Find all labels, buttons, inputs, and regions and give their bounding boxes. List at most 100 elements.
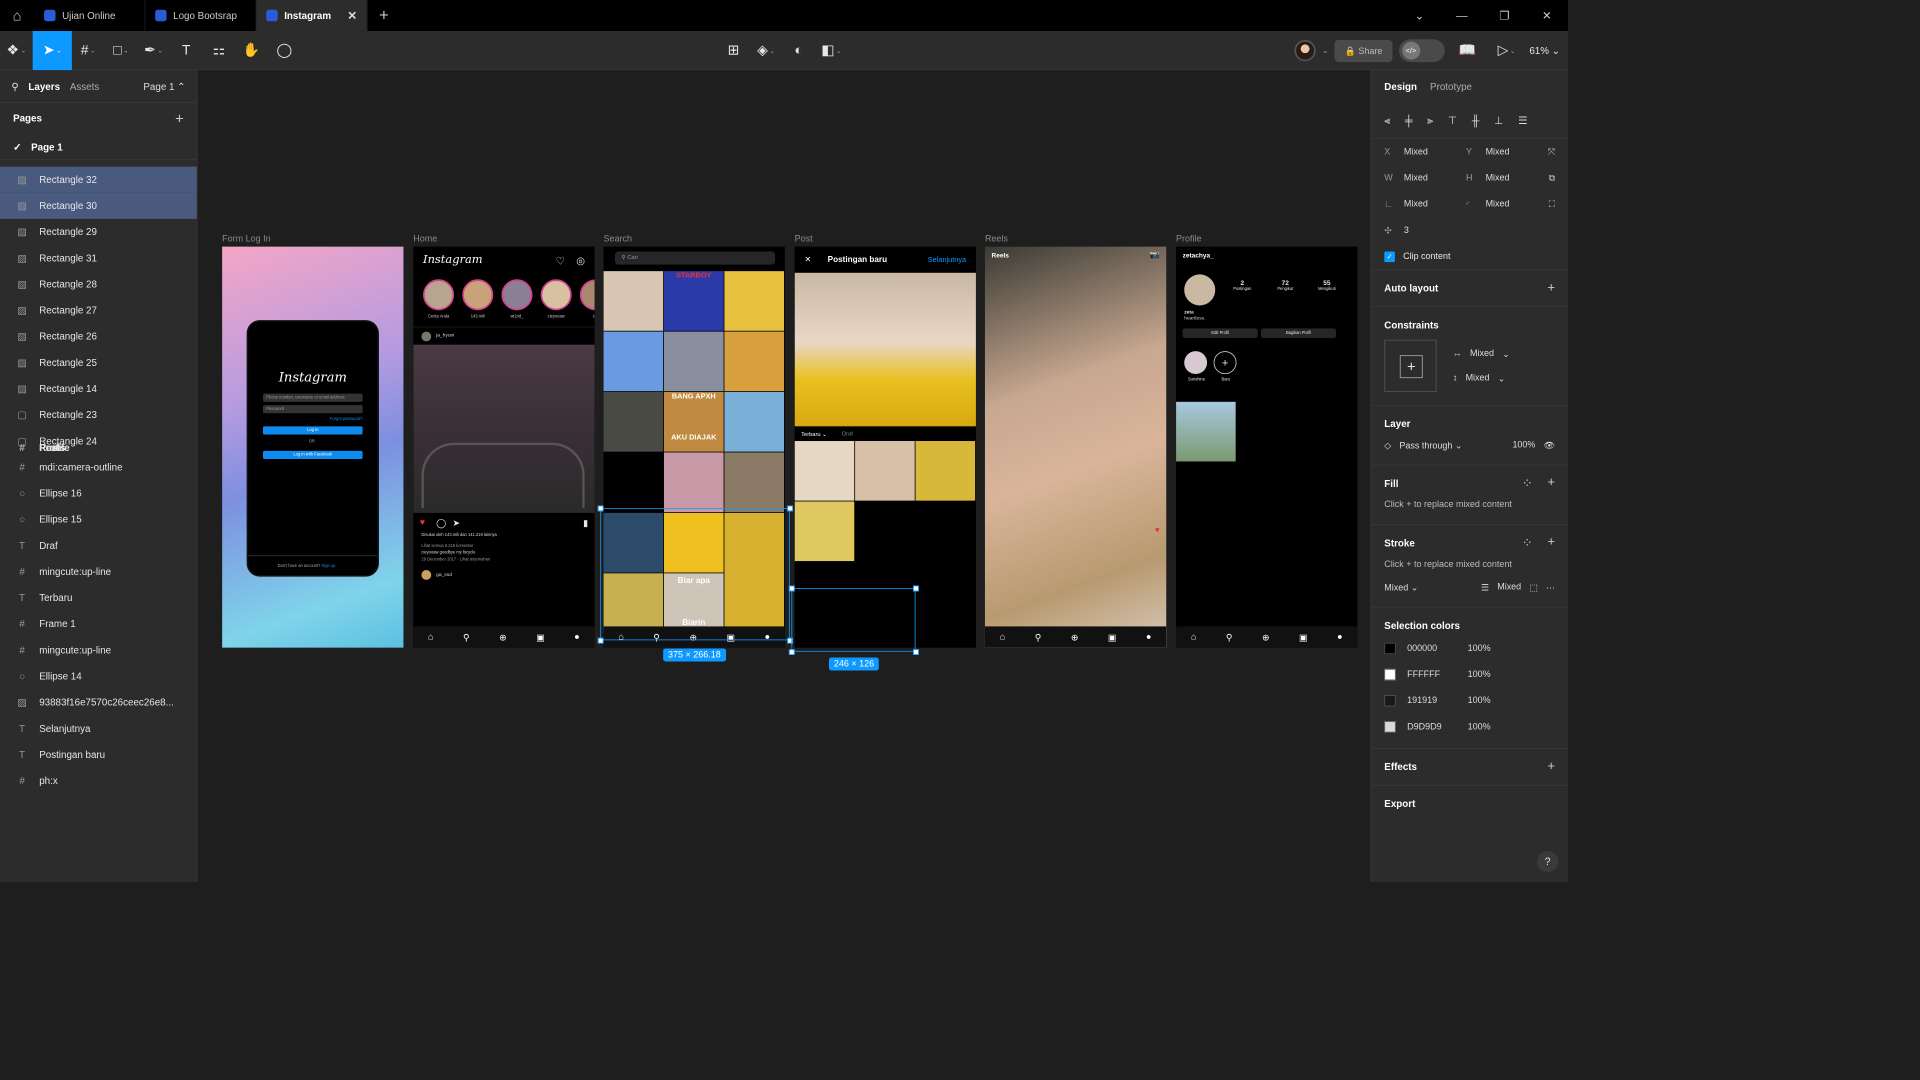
layer-row[interactable]: # ph:x — [0, 768, 197, 794]
add-page-button[interactable]: + — [175, 110, 184, 127]
hand-tool-icon[interactable]: ✋ — [235, 31, 268, 70]
resize-handle[interactable] — [788, 649, 795, 655]
tab-design[interactable]: Design — [1384, 81, 1417, 92]
color-opacity[interactable]: 100% — [1468, 644, 1491, 654]
share-profile-button[interactable]: Bagikan Profil — [1260, 328, 1337, 339]
text-tool-icon[interactable]: T — [170, 31, 203, 70]
independent-corners-icon[interactable]: ⛶ — [1549, 199, 1555, 210]
frame-label[interactable]: Home — [413, 234, 437, 244]
story-avatar[interactable] — [423, 279, 455, 311]
color-opacity[interactable]: 100% — [1468, 722, 1491, 732]
stroke-weight-field[interactable]: Mixed — [1497, 582, 1521, 592]
main-menu-icon[interactable]: ❖ ⌄ — [0, 31, 33, 70]
add-fill-button[interactable]: + — [1547, 475, 1555, 491]
w-field[interactable]: W Mixed — [1384, 173, 1466, 183]
layer-row[interactable]: T Selanjutnya — [0, 715, 197, 741]
constraints-widget[interactable]: + — [1384, 339, 1437, 393]
frame-label[interactable]: Post — [795, 234, 813, 244]
more-icon[interactable]: ⋯ — [1546, 582, 1555, 593]
resize-handle[interactable] — [787, 505, 794, 512]
move-tool-icon[interactable]: ➤ ⌄ — [32, 30, 72, 70]
user-avatar[interactable] — [1294, 40, 1316, 62]
grid-image[interactable] — [724, 331, 785, 392]
grid-image[interactable] — [603, 331, 664, 392]
search-bar[interactable]: ⚲ Cari — [614, 251, 776, 265]
facebook-login-button[interactable]: Log in with Facebook — [262, 450, 363, 459]
search-icon[interactable]: ⚲ — [463, 632, 470, 643]
y-field[interactable]: Y Mixed — [1466, 147, 1548, 157]
frame-label[interactable]: Search — [604, 234, 632, 244]
story-avatar[interactable] — [579, 279, 595, 311]
filter-recent[interactable]: Terbaru ⌄ — [801, 431, 827, 438]
frame-profile[interactable]: zetachya_ 2 Postingan 72 Pengikut 55 Mengik… — [1176, 246, 1358, 648]
add-effect-button[interactable]: + — [1547, 760, 1555, 775]
constraint-vertical[interactable]: ↕ Mixed ⌄ — [1453, 366, 1510, 391]
reels-icon[interactable]: ▣ — [1299, 632, 1307, 643]
signup-link[interactable]: Sign up — [322, 564, 336, 569]
page-dropdown[interactable]: Page 1 ⌃ — [143, 80, 185, 91]
gallery-thumb[interactable] — [855, 441, 915, 501]
highlight-avatar[interactable] — [1184, 351, 1208, 375]
h-field[interactable]: H Mixed — [1466, 173, 1548, 183]
close-tab-icon[interactable]: ✕ — [347, 9, 357, 23]
blend-mode-dropdown[interactable]: Pass through ⌄ — [1399, 440, 1462, 451]
frame-home[interactable]: Instagram ♡ ◎ Cerita Anda 143.mili wi2nd… — [413, 246, 595, 648]
minimize-icon[interactable]: — — [1441, 0, 1483, 31]
help-button[interactable]: ? — [1537, 851, 1559, 873]
frame-reels[interactable]: Reels 📷 ♥ ⌂ ⚲ ⊕ ▣ ● — [984, 246, 1167, 648]
heart-icon[interactable]: ♡ — [556, 255, 566, 268]
constraint-horizontal[interactable]: ↔ Mixed ⌄ — [1453, 341, 1510, 366]
absolute-position-icon[interactable]: ⤧ — [1548, 147, 1555, 158]
selection-color-row[interactable]: 000000 100% — [1384, 635, 1555, 661]
x-field[interactable]: X Mixed — [1384, 147, 1466, 157]
next-link[interactable]: Selanjutnya — [928, 256, 966, 264]
gallery-thumb[interactable] — [915, 441, 976, 501]
add-stroke-button[interactable]: + — [1547, 535, 1555, 551]
color-swatch[interactable] — [1384, 642, 1396, 655]
tab-ujian-online[interactable]: Ujian Online — [34, 0, 146, 32]
story-avatar[interactable] — [501, 279, 533, 311]
distribute-icon[interactable]: ☰ — [1518, 114, 1528, 127]
rotation-field[interactable]: ∟ Mixed — [1384, 199, 1466, 209]
add-icon[interactable]: ⊕ — [1262, 632, 1270, 643]
color-hex[interactable]: 000000 — [1407, 644, 1456, 654]
post-preview-image[interactable] — [794, 272, 976, 427]
share-button[interactable]: 🔒 Share — [1334, 39, 1393, 62]
present-icon[interactable]: ▷ ⌄ — [1490, 31, 1523, 70]
resize-handle[interactable] — [788, 585, 795, 592]
resize-handle[interactable] — [597, 637, 604, 644]
close-icon[interactable]: ✕ — [1526, 0, 1568, 31]
tab-logo-bootsrap[interactable]: Logo Bootsrap — [145, 0, 257, 32]
zoom-level[interactable]: 61% ⌄ — [1529, 45, 1560, 56]
comment-icon[interactable]: ◯ — [436, 518, 446, 529]
frame-label[interactable]: Reels — [985, 234, 1008, 244]
add-icon[interactable]: ⊕ — [1071, 632, 1079, 643]
resize-handle[interactable] — [597, 505, 604, 512]
username-input[interactable]: Phone number, username or email address — [262, 393, 363, 402]
grid-image[interactable]: BANG APXH AKU DIAJAK — [663, 392, 724, 452]
layer-row[interactable]: ▨ Rectangle 29 — [0, 219, 197, 245]
comments-link[interactable]: Lihat semua 6.219 komentar — [421, 544, 473, 549]
frame-label[interactable]: Profile — [1176, 234, 1201, 244]
filter-draft[interactable]: Draf — [842, 431, 853, 437]
grid-image[interactable] — [724, 271, 785, 331]
color-hex[interactable]: D9D9D9 — [1407, 722, 1456, 732]
tab-instagram[interactable]: Instagram ✕ — [256, 0, 368, 32]
layer-row[interactable]: # Post — [0, 247, 181, 648]
layer-row[interactable]: ▨ Rectangle 32 — [0, 166, 197, 193]
grid-image[interactable] — [724, 392, 785, 452]
frame-tool-icon[interactable]: # ⌄ — [72, 31, 105, 70]
search-icon[interactable]: ⚲ — [1226, 632, 1233, 643]
like-icon[interactable]: ♥ — [420, 518, 425, 528]
tab-prototype[interactable]: Prototype — [1430, 81, 1472, 92]
home-icon[interactable]: ⌂ — [1191, 632, 1196, 642]
component-icon[interactable]: ◈ ⌄ — [750, 31, 783, 70]
constrain-proportions-icon[interactable]: ⧉ — [1549, 173, 1555, 184]
home-icon[interactable]: ⌂ — [1000, 632, 1005, 642]
tab-assets[interactable]: Assets — [70, 80, 99, 91]
pen-tool-icon[interactable]: ✒ ⌄ — [137, 31, 170, 70]
grid-image[interactable] — [603, 392, 664, 452]
story-avatar[interactable] — [540, 279, 572, 311]
resize-handle[interactable] — [913, 649, 919, 655]
story-avatar[interactable] — [462, 279, 494, 311]
